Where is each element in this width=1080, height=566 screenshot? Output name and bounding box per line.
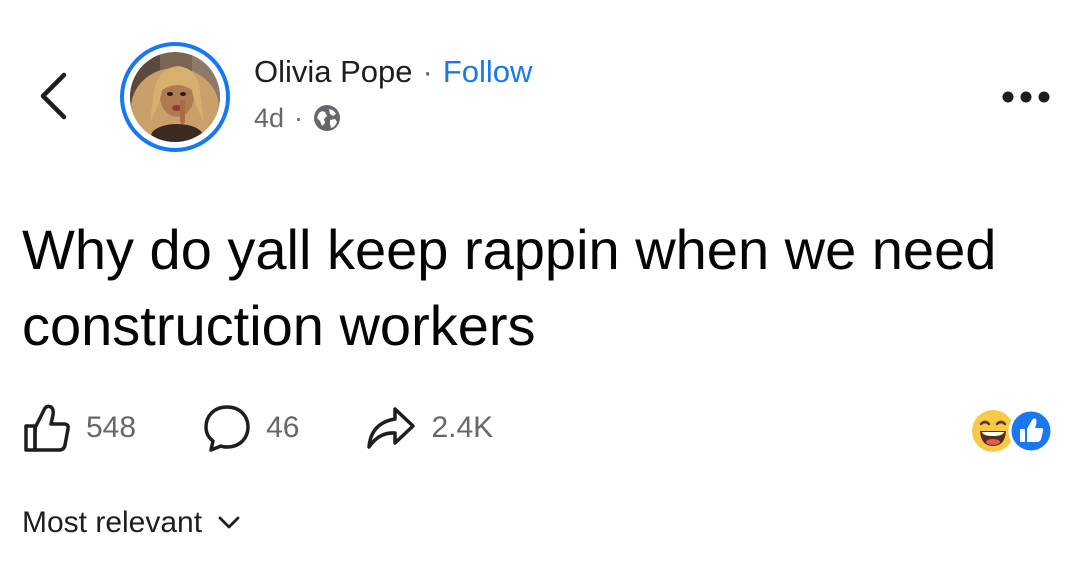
- like-count: 548: [86, 411, 137, 444]
- author-name[interactable]: Olivia Pope: [254, 50, 413, 94]
- like-icon: [1008, 408, 1054, 454]
- comment-sort-dropdown[interactable]: Most relevant: [22, 506, 240, 540]
- author-line: Olivia Pope · Follow: [254, 50, 532, 94]
- sort-label: Most relevant: [22, 506, 203, 539]
- share-count: 2.4K: [431, 411, 494, 444]
- meta-separator-dot: ·: [294, 102, 304, 133]
- like-button[interactable]: 548: [22, 402, 136, 454]
- separator-dot: ·: [422, 54, 433, 89]
- back-button[interactable]: [28, 68, 78, 124]
- follow-button[interactable]: Follow: [443, 50, 533, 94]
- more-dots-icon: [1002, 91, 1050, 103]
- post-actions: 548 46 2.4K: [22, 398, 493, 458]
- comment-count: 46: [266, 411, 300, 444]
- chevron-down-icon: [218, 516, 240, 530]
- post-text: Why do yall keep rappin when we need con…: [22, 218, 997, 357]
- globe-icon: [314, 105, 341, 131]
- avatar: [130, 52, 220, 142]
- post-meta: 4d ·: [254, 100, 532, 136]
- share-icon: [367, 407, 416, 449]
- post-header: Olivia Pope · Follow 4d ·: [254, 50, 532, 136]
- comment-icon: [204, 405, 250, 452]
- comment-button[interactable]: 46: [202, 403, 299, 453]
- share-button[interactable]: 2.4K: [365, 405, 493, 451]
- post-time[interactable]: 4d: [254, 103, 284, 134]
- reaction-summary[interactable]: [970, 406, 1060, 456]
- thumbs-up-icon: [24, 404, 70, 452]
- chevron-left-icon: [40, 72, 67, 120]
- more-options-button[interactable]: [998, 80, 1054, 114]
- author-avatar[interactable]: [120, 42, 230, 152]
